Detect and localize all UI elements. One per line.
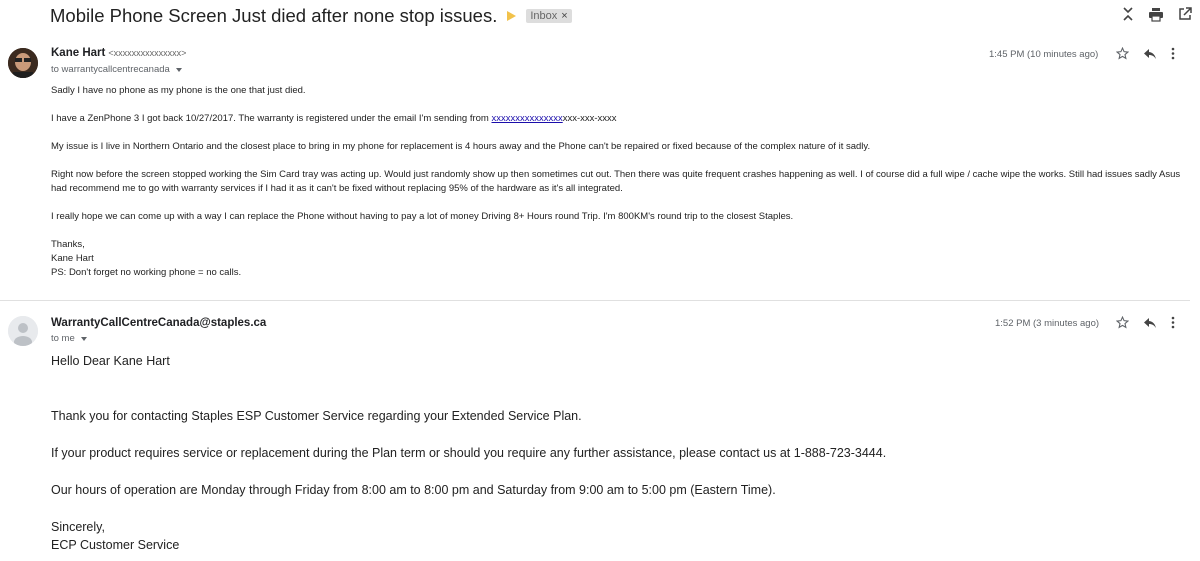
chevron-down-icon[interactable] bbox=[80, 336, 87, 341]
more-options-icon[interactable] bbox=[1171, 47, 1175, 65]
signoff-line: ECP Customer Service bbox=[51, 538, 180, 552]
greeting: Hello Dear Kane Hart bbox=[51, 354, 170, 368]
inbox-label-chip[interactable]: Inbox × bbox=[526, 9, 572, 23]
body-paragraph: Our hours of operation are Monday throug… bbox=[51, 483, 776, 497]
thread-subject: Mobile Phone Screen Just died after none… bbox=[50, 5, 498, 26]
message-sender: Kane Hart <xxxxxxxxxxxxxxx> bbox=[51, 47, 186, 59]
signoff-line: Kane Hart bbox=[51, 253, 94, 264]
recipient-text: to me bbox=[51, 333, 75, 344]
body-paragraph: Thank you for contacting Staples ESP Cus… bbox=[51, 409, 582, 423]
sender-email: <xxxxxxxxxxxxxxx> bbox=[108, 48, 187, 58]
body-paragraph: I have a ZenPhone 3 I got back 10/27/201… bbox=[51, 113, 617, 124]
recipient-text: to warrantycallcentrecanada bbox=[51, 64, 170, 75]
thread-actions bbox=[1122, 6, 1192, 22]
message-body: Sadly I have no phone as my phone is the… bbox=[51, 84, 1181, 280]
sender-name[interactable]: Kane Hart bbox=[51, 47, 105, 59]
body-paragraph: Right now before the screen stopped work… bbox=[51, 169, 1181, 194]
message-time: 1:45 PM (10 minutes ago) bbox=[989, 49, 1099, 60]
message-actions bbox=[1115, 315, 1175, 334]
body-paragraph: If your product requires service or repl… bbox=[51, 446, 887, 460]
open-in-new-window-icon[interactable] bbox=[1178, 7, 1192, 21]
star-icon[interactable] bbox=[1115, 315, 1130, 334]
body-paragraph: My issue is I live in Northern Ontario a… bbox=[51, 141, 871, 152]
body-paragraph: I really hope we can come up with a way … bbox=[51, 211, 794, 222]
chevron-down-icon[interactable] bbox=[175, 67, 182, 72]
signature: Sincerely, ECP Customer Service bbox=[51, 518, 1181, 554]
masked-phone: xxx-xxx-xxxx bbox=[562, 113, 617, 124]
sender-email-link[interactable]: xxxxxxxxxxxxxxx bbox=[491, 113, 562, 124]
message-sender: WarrantyCallCentreCanada@staples.ca bbox=[51, 317, 266, 329]
message-divider bbox=[0, 300, 1190, 301]
sender-name[interactable]: WarrantyCallCentreCanada@staples.ca bbox=[51, 317, 266, 329]
reply-icon[interactable] bbox=[1143, 316, 1157, 334]
inbox-label-text: Inbox bbox=[530, 10, 558, 22]
reply-icon[interactable] bbox=[1143, 47, 1157, 65]
signoff-line: Sincerely, bbox=[51, 520, 105, 534]
sender-avatar-placeholder[interactable] bbox=[8, 316, 38, 346]
print-icon[interactable] bbox=[1148, 7, 1164, 22]
sender-avatar[interactable] bbox=[8, 48, 38, 78]
recipient-line[interactable]: to me bbox=[51, 333, 87, 344]
subject-row: Mobile Phone Screen Just died after none… bbox=[50, 4, 572, 28]
important-marker-icon[interactable] bbox=[507, 11, 517, 21]
recipient-line[interactable]: to warrantycallcentrecanada bbox=[51, 64, 182, 75]
collapse-all-icon[interactable] bbox=[1122, 6, 1134, 22]
remove-label-icon[interactable]: × bbox=[561, 10, 567, 22]
message-actions bbox=[1115, 46, 1175, 65]
signoff-line: Thanks, bbox=[51, 239, 85, 250]
message-body: Hello Dear Kane Hart Thank you for conta… bbox=[51, 352, 1181, 554]
star-icon[interactable] bbox=[1115, 46, 1130, 65]
signoff-line: PS: Don't forget no working phone = no c… bbox=[51, 267, 242, 278]
body-paragraph: Sadly I have no phone as my phone is the… bbox=[51, 85, 306, 96]
message-time: 1:52 PM (3 minutes ago) bbox=[995, 318, 1100, 329]
signature: Thanks, Kane Hart PS: Don't forget no wo… bbox=[51, 238, 1181, 280]
more-options-icon[interactable] bbox=[1171, 316, 1175, 334]
